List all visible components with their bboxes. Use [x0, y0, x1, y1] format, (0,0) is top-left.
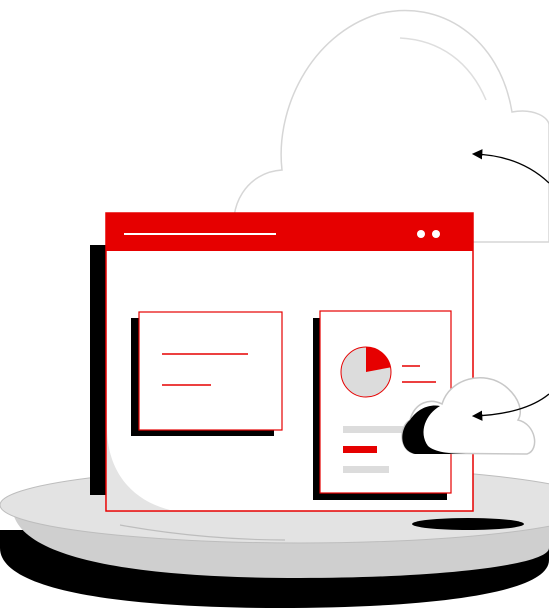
gray-bar [343, 466, 389, 473]
cloud-sync-illustration [0, 9, 549, 608]
red-bar [343, 446, 377, 453]
window-dot [432, 230, 440, 238]
disc-hole [412, 518, 524, 530]
document-card-left [131, 311, 283, 436]
window-dot [417, 230, 425, 238]
gray-bar [343, 426, 403, 433]
pie-chart-icon [340, 346, 392, 398]
large-cloud-icon [232, 9, 549, 243]
